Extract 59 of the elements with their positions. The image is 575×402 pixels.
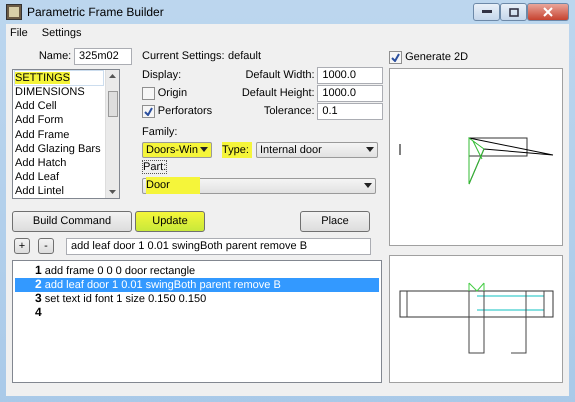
scroll-thumb[interactable] bbox=[108, 90, 118, 117]
type-dropdown[interactable]: Internal door bbox=[256, 142, 378, 158]
family-label: Family: bbox=[142, 126, 178, 139]
output-row[interactable]: 4 bbox=[15, 306, 379, 320]
command-field[interactable]: add leaf door 1 0.01 swingBoth parent remove B bbox=[66, 238, 371, 255]
field-label: Tolerance: bbox=[264, 104, 315, 119]
dropdown-caret-icon bbox=[366, 147, 374, 152]
maximize-button[interactable] bbox=[500, 3, 527, 21]
list-item[interactable]: Add Frame bbox=[15, 128, 103, 142]
minimize-icon bbox=[482, 10, 492, 14]
name-field[interactable]: 325m02 bbox=[74, 48, 132, 64]
command-button[interactable]: Update bbox=[135, 210, 205, 232]
maximize-icon bbox=[508, 8, 518, 16]
checkbox-label: Origin bbox=[158, 86, 188, 101]
checkbox[interactable] bbox=[142, 104, 155, 118]
part-label: Part: bbox=[142, 160, 168, 174]
output-row[interactable]: 1 add frame 0 0 0 door rectangle bbox=[15, 264, 379, 278]
close-button[interactable] bbox=[527, 3, 569, 21]
output-row[interactable]: 3 set text id font 1 size 0.150 0.150 bbox=[15, 292, 379, 306]
close-icon bbox=[543, 7, 553, 17]
list-item[interactable]: Add Glazing Bars bbox=[15, 142, 103, 156]
scrollbar[interactable] bbox=[105, 70, 119, 198]
list-item[interactable]: Add Leaf bbox=[15, 170, 103, 184]
window-title: Parametric Frame Builder bbox=[27, 4, 164, 21]
minimize-button[interactable] bbox=[473, 3, 500, 21]
menu-item[interactable]: File bbox=[10, 24, 28, 42]
field-label: Default Width: bbox=[245, 68, 315, 83]
current-settings-label: Current Settings: bbox=[142, 48, 226, 64]
list-item[interactable]: Add Lintel bbox=[15, 184, 103, 198]
app-icon bbox=[6, 4, 22, 20]
list-item[interactable]: Add Form bbox=[15, 113, 103, 128]
checkbox-label: Perforators bbox=[158, 104, 212, 119]
menu-item[interactable]: Settings bbox=[42, 24, 82, 42]
checkbox-label: Generate 2D bbox=[405, 50, 468, 65]
family-dropdown[interactable]: Doors-Win bbox=[142, 142, 212, 158]
part-dropdown[interactable]: Door bbox=[142, 178, 376, 194]
dropdown-caret-icon bbox=[200, 147, 208, 152]
name-label: Name: bbox=[38, 48, 72, 64]
command-list[interactable]: SETTINGS DIMENSIONS Add Cell Add Form Add Frame Add Glazing Bars Add Hatch Add Leaf Add Lintel bbox=[12, 68, 120, 199]
field-label: Default Height: bbox=[242, 86, 315, 101]
display-label: Display: bbox=[142, 68, 182, 83]
step-button[interactable]: - bbox=[38, 238, 54, 254]
value-field[interactable]: 1000.0 bbox=[317, 84, 384, 102]
checkbox[interactable] bbox=[142, 86, 155, 100]
scroll-up-icon[interactable] bbox=[109, 74, 116, 78]
command-button[interactable]: Place bbox=[300, 210, 370, 232]
value-field[interactable]: 1000.0 bbox=[317, 66, 384, 84]
dropdown-caret-icon bbox=[364, 183, 372, 188]
scroll-down-icon[interactable] bbox=[109, 190, 116, 194]
step-button[interactable]: + bbox=[14, 238, 30, 254]
current-settings-value: default bbox=[228, 48, 262, 64]
output-list[interactable]: 1 add frame 0 0 0 door rectangle 2 add leaf door 1 0.01 swingBoth parent remove B 3 set text id font 1 size 0.150 0.150 4 bbox=[12, 260, 382, 384]
list-item[interactable]: Add Cell bbox=[15, 99, 103, 114]
value-field[interactable]: 0.1 bbox=[317, 102, 384, 120]
checkbox[interactable] bbox=[389, 50, 402, 64]
list-item[interactable]: Add Hatch bbox=[15, 156, 103, 170]
type-label: Type: bbox=[222, 142, 252, 158]
command-button[interactable]: Build Command bbox=[12, 210, 132, 232]
list-item[interactable]: DIMENSIONS bbox=[15, 84, 103, 100]
